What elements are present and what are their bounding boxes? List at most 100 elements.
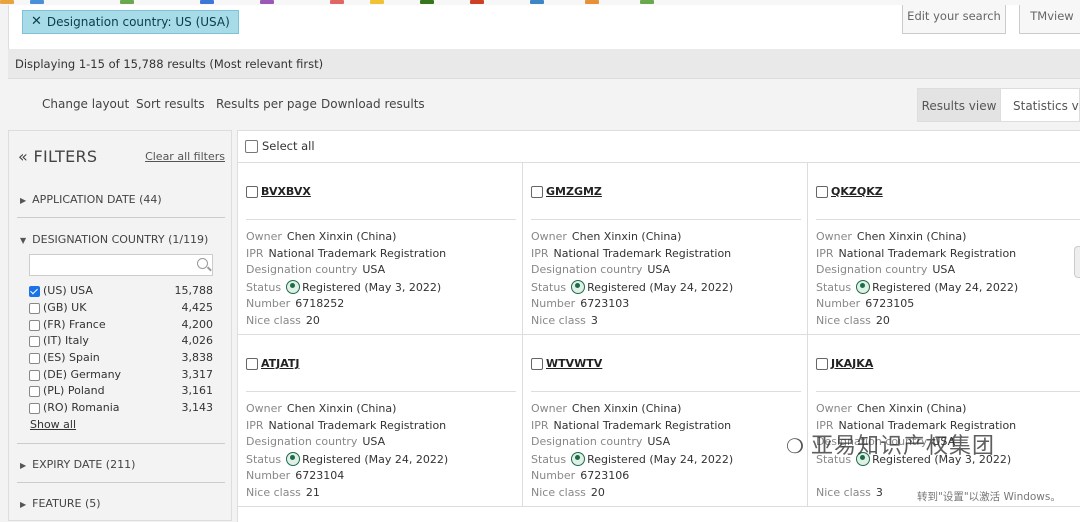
field-label: Status bbox=[246, 281, 282, 294]
field-label: Owner bbox=[816, 402, 852, 415]
status-row: Status Registered (May 24, 2022) bbox=[531, 280, 733, 294]
checkbox[interactable] bbox=[29, 403, 40, 414]
select-all[interactable]: Select all bbox=[245, 139, 315, 153]
option-label: (GB) UK bbox=[43, 301, 87, 314]
designation-country-chip[interactable]: ✕ Designation country: US (USA) bbox=[22, 10, 239, 34]
search-icon[interactable] bbox=[197, 258, 208, 269]
tmview-button[interactable]: TMview bbox=[1019, 5, 1080, 34]
owner-value: Chen Xinxin (China) bbox=[286, 230, 397, 243]
country-option-it[interactable]: (IT) Italy 4,026 bbox=[29, 334, 213, 350]
trademark-link[interactable]: JKAJKA bbox=[831, 357, 873, 370]
filter-section-feature[interactable]: ▶ FEATURE (5) bbox=[20, 497, 101, 510]
filter-section-expiry-date[interactable]: ▶ EXPIRY DATE (211) bbox=[20, 458, 135, 471]
results-per-page-button[interactable]: Results per page bbox=[216, 97, 317, 111]
owner-value: Chen Xinxin (China) bbox=[571, 230, 682, 243]
card-checkbox[interactable] bbox=[816, 185, 828, 198]
field-label: Status bbox=[816, 281, 852, 294]
number-row: Number 6718252 bbox=[246, 297, 344, 310]
tab-statistics-view[interactable]: Statistics view bbox=[1000, 88, 1080, 122]
number-value: 6718252 bbox=[295, 297, 345, 310]
field-label: Owner bbox=[816, 230, 852, 243]
card-checkbox[interactable] bbox=[531, 185, 543, 198]
owner-value: Chen Xinxin (China) bbox=[856, 402, 967, 415]
field-label: Status bbox=[531, 453, 567, 466]
filters-label: FILTERS bbox=[33, 147, 98, 166]
divider bbox=[816, 391, 1080, 392]
checkbox-checked[interactable] bbox=[29, 286, 40, 297]
sort-results-button[interactable]: Sort results bbox=[136, 97, 205, 111]
nice-class-value: 3 bbox=[590, 314, 598, 327]
checkbox[interactable] bbox=[29, 320, 40, 331]
trademark-link[interactable]: QKZQKZ bbox=[831, 185, 883, 198]
caret-down-icon: ▼ bbox=[20, 236, 27, 245]
divider bbox=[17, 443, 225, 444]
checkbox[interactable] bbox=[29, 370, 40, 381]
trademark-link[interactable]: BVXBVX bbox=[261, 185, 311, 198]
field-label: Number bbox=[246, 469, 291, 482]
filter-section-designation-country[interactable]: ▼ DESIGNATION COUNTRY (1/119) bbox=[20, 233, 208, 246]
country-search-input[interactable] bbox=[29, 254, 213, 276]
number-row: Number 6723103 bbox=[531, 297, 629, 310]
trademark-link[interactable]: GMZGMZ bbox=[546, 185, 602, 198]
checkbox[interactable] bbox=[29, 303, 40, 314]
ipr-row: IPR National Trademark Registration bbox=[816, 247, 1016, 260]
owner-row: Owner Chen Xinxin (China) bbox=[816, 402, 966, 415]
country-option-pl[interactable]: (PL) Poland 3,161 bbox=[29, 384, 213, 400]
select-all-checkbox[interactable] bbox=[245, 139, 258, 153]
nice-class-value: 20 bbox=[590, 486, 605, 499]
divider bbox=[246, 219, 516, 220]
country-option-ro[interactable]: (RO) Romania 3,143 bbox=[29, 401, 213, 417]
field-label: Owner bbox=[531, 402, 567, 415]
download-results-button[interactable]: Download results bbox=[321, 97, 425, 111]
results-toolbar: Change layout Sort results Results per p… bbox=[0, 80, 1080, 128]
result-card[interactable]: QKZQKZ Owner Chen Xinxin (China) IPR Natio… bbox=[808, 163, 1080, 335]
result-card[interactable]: GMZGMZ Owner Chen Xinxin (China) IPR Natio… bbox=[523, 163, 808, 335]
owner-row: Owner Chen Xinxin (China) bbox=[246, 402, 396, 415]
result-card[interactable]: WTVWTV Owner Chen Xinxin (China) IPR Natio… bbox=[523, 335, 808, 507]
close-icon[interactable]: ✕ bbox=[31, 11, 42, 33]
status-value: Registered (May 24, 2022) bbox=[587, 453, 734, 466]
field-label: Nice class bbox=[816, 314, 871, 327]
country-option-us[interactable]: (US) USA 15,788 bbox=[29, 284, 213, 300]
filters-title[interactable]: « FILTERS bbox=[18, 147, 97, 166]
status-value: Registered (May 24, 2022) bbox=[302, 453, 449, 466]
field-label: Nice class bbox=[531, 314, 586, 327]
option-label: (DE) Germany bbox=[43, 368, 122, 381]
country-option-es[interactable]: (ES) Spain 3,838 bbox=[29, 351, 213, 367]
filter-section-application-date[interactable]: ▶ APPLICATION DATE (44) bbox=[20, 193, 162, 206]
nice-class-row: Nice class 21 bbox=[246, 486, 320, 499]
checkbox[interactable] bbox=[29, 353, 40, 364]
result-card[interactable]: ATJATJ Owner Chen Xinxin (China) IPR Natio… bbox=[238, 335, 523, 507]
show-all-link[interactable]: Show all bbox=[30, 418, 76, 431]
checkbox[interactable] bbox=[29, 336, 40, 347]
registered-status-icon bbox=[856, 280, 871, 294]
side-panel-handle[interactable] bbox=[1074, 246, 1080, 278]
option-count: 4,200 bbox=[181, 318, 214, 331]
card-checkbox[interactable] bbox=[816, 357, 828, 370]
registered-status-icon bbox=[571, 452, 586, 466]
change-layout-button[interactable]: Change layout bbox=[42, 97, 129, 111]
option-label: (FR) France bbox=[43, 318, 106, 331]
country-option-fr[interactable]: (FR) France 4,200 bbox=[29, 318, 213, 334]
checkbox[interactable] bbox=[29, 386, 40, 397]
card-checkbox[interactable] bbox=[246, 357, 258, 370]
results-grid: Select all BVXBVX Owner Chen Xinxin (Chin… bbox=[237, 130, 1080, 522]
result-card[interactable]: BVXBVX Owner Chen Xinxin (China) IPR Natio… bbox=[238, 163, 523, 335]
card-checkbox[interactable] bbox=[246, 185, 258, 198]
edit-search-button[interactable]: Edit your search bbox=[902, 5, 1006, 34]
trademark-link[interactable]: WTVWTV bbox=[546, 357, 602, 370]
field-label: IPR bbox=[531, 419, 549, 432]
country-option-de[interactable]: (DE) Germany 3,317 bbox=[29, 368, 213, 384]
nice-class-value: 20 bbox=[875, 314, 890, 327]
result-card[interactable]: JKAJKA Owner Chen Xinxin (China) IPR Natio… bbox=[808, 335, 1080, 507]
field-label: Number bbox=[531, 297, 576, 310]
ipr-row: IPR National Trademark Registration bbox=[246, 419, 446, 432]
trademark-link[interactable]: ATJATJ bbox=[261, 357, 300, 370]
field-label: Number bbox=[816, 297, 861, 310]
clear-all-filters-link[interactable]: Clear all filters bbox=[145, 150, 225, 163]
tab-results-view[interactable]: Results view bbox=[917, 88, 1001, 122]
country-option-gb[interactable]: (GB) UK 4,425 bbox=[29, 301, 213, 317]
ipr-row: IPR National Trademark Registration bbox=[531, 247, 731, 260]
card-checkbox[interactable] bbox=[531, 357, 543, 370]
collapse-icon[interactable]: « bbox=[18, 147, 28, 166]
